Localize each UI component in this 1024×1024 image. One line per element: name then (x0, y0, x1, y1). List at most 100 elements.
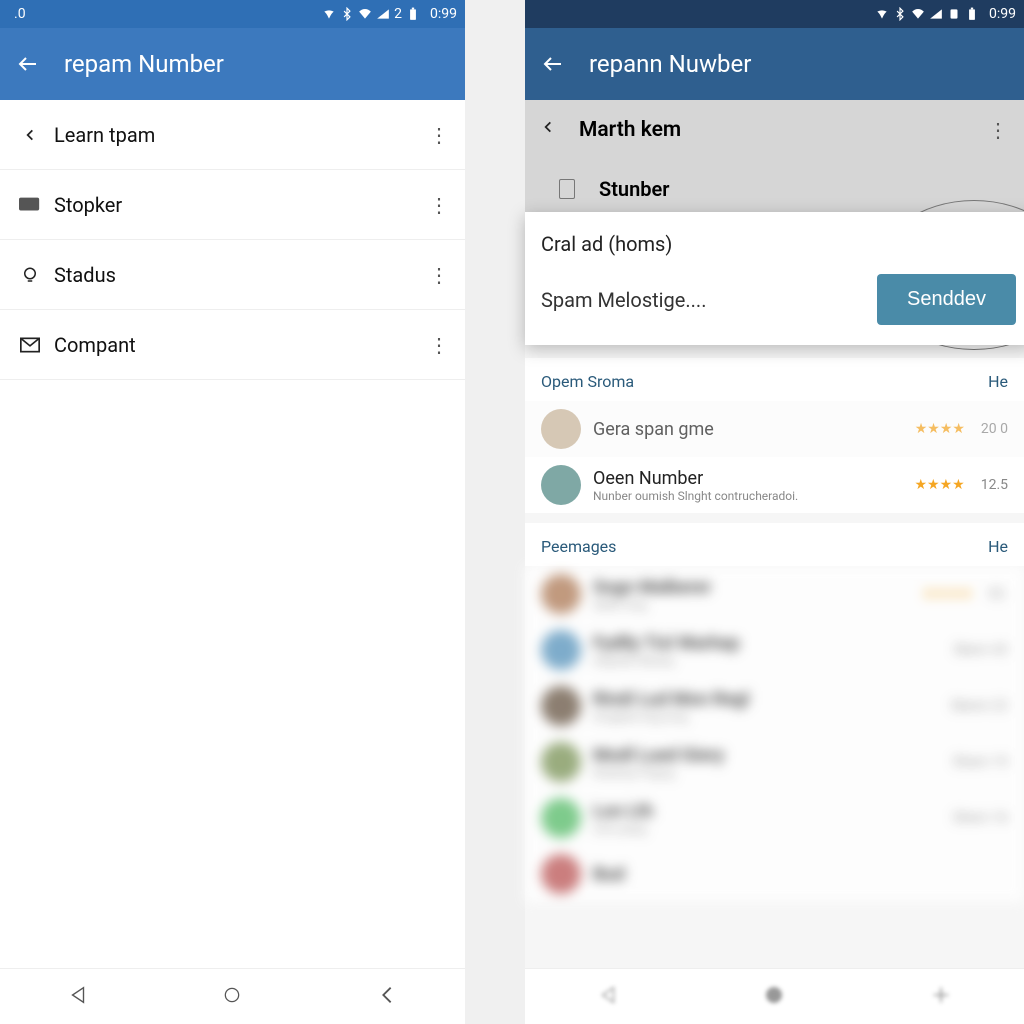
nav-recent-icon[interactable] (376, 984, 398, 1010)
result-name: Rindi Lud Mon Regl (593, 689, 935, 710)
result-item[interactable]: Sogn Malberer Setel Jnrg ★★★★ 02. (525, 566, 1024, 622)
nav-home-icon[interactable] (222, 985, 242, 1009)
app-bar: repam Number (0, 28, 465, 100)
rect-icon (16, 197, 44, 213)
overflow-icon[interactable]: ⋮ (429, 333, 449, 357)
avatar (541, 798, 581, 838)
avatar (541, 854, 581, 894)
result-item[interactable]: Fydlly Tisl Warhep Anpoter Rerany Skern … (525, 622, 1024, 678)
wifi-icon (358, 7, 372, 21)
blurred-results: Sogn Malberer Setel Jnrg ★★★★ 02. Fydlly… (525, 566, 1024, 902)
popup-option[interactable]: Cral ad (homs) (541, 232, 1016, 256)
list-area: Learn tpam ⋮ Stopker ⋮ Stadus ⋮ Compant … (0, 100, 465, 968)
list-item[interactable]: Stadus ⋮ (0, 240, 465, 310)
overflow-icon[interactable]: ⋮ (429, 263, 449, 287)
clipboard-icon (559, 179, 575, 199)
result-subtitle: Rnatney Pngrrg (593, 766, 937, 780)
wifi-icon (875, 7, 889, 21)
result-item[interactable]: Oeen Number Nunber oumish Slnght contruc… (525, 457, 1024, 513)
battery-icon (965, 7, 979, 21)
rating-score: 12.5 (981, 477, 1008, 493)
app-bar: repann Nuwber (525, 28, 1024, 100)
section-header: Peemages He (525, 523, 1024, 566)
rating-stars: ★★★★ (922, 586, 972, 602)
result-item[interactable]: Lon Lth sron pang Shern 16 (525, 790, 1024, 846)
phone-screenshot-right: 0:99 repann Nuwber Marth kem ⋮ Stunber C… (525, 0, 1024, 1024)
section-header: Opem Sroma He (525, 358, 1024, 401)
nav-back-icon[interactable] (597, 984, 619, 1010)
clock: 0:99 (430, 6, 457, 22)
result-subtitle: Setel Jnrg (593, 598, 910, 612)
rating-score: Skern 42 (954, 642, 1008, 658)
status-bar: 0:99 (525, 0, 1024, 28)
result-name: Gera span gme (593, 419, 903, 440)
rating-score: Sharn 15 (953, 754, 1008, 770)
result-item[interactable]: Rindi Lud Mon Regl Srngteet eng erng Ske… (525, 678, 1024, 734)
phone-screenshot-left: .0 2 0:99 repam Number Learn tpam ⋮ (0, 0, 465, 1024)
section-title: Opem Sroma (541, 372, 634, 391)
wifi-icon (911, 7, 925, 21)
section-more[interactable]: He (988, 372, 1008, 391)
chevron-left-icon (16, 124, 44, 146)
result-name: Oeen Number (593, 468, 903, 489)
chevron-left-icon[interactable] (541, 116, 555, 144)
field-label: Stunber (599, 177, 669, 201)
section-more[interactable]: He (988, 537, 1008, 556)
envelope-icon (16, 336, 44, 354)
sim-label: 2 (394, 6, 402, 22)
section-title: Peemages (541, 537, 616, 556)
result-item[interactable]: Modl Lued Giery Rnatney Pngrrg Sharn 15 (525, 734, 1024, 790)
bluetooth-icon (340, 7, 354, 21)
clock: 0:99 (989, 6, 1016, 22)
avatar (541, 630, 581, 670)
result-subtitle: Nunber oumish Slnght contrucheradoi. (593, 489, 903, 503)
send-button[interactable]: Senddev (877, 274, 1016, 325)
overflow-icon[interactable]: ⋮ (988, 118, 1008, 142)
avatar (541, 686, 581, 726)
rating-stars: ★★★★ (915, 421, 965, 437)
bulb-icon (16, 264, 44, 286)
nav-back-icon[interactable] (67, 984, 89, 1010)
overflow-icon[interactable]: ⋮ (429, 193, 449, 217)
avatar (541, 409, 581, 449)
list-item-label: Compant (54, 333, 429, 357)
contact-name: Marth kem (579, 118, 988, 142)
list-item[interactable]: Learn tpam ⋮ (0, 100, 465, 170)
android-nav-bar (525, 968, 1024, 1024)
back-arrow-icon[interactable] (16, 52, 40, 76)
result-item[interactable]: Gera span gme ★★★★ 20 0 (525, 401, 1024, 457)
signal-icon (929, 7, 943, 21)
content-area: Marth kem ⋮ Stunber Cral ad (homs) Spam … (525, 100, 1024, 968)
field-row[interactable]: Stunber (525, 160, 1024, 218)
app-title: repann Nuwber (589, 50, 751, 78)
nav-home-icon[interactable] (763, 984, 785, 1010)
avatar (541, 742, 581, 782)
app-title: repam Number (64, 50, 224, 78)
popup-option[interactable]: Spam Melostige.... (541, 288, 706, 312)
result-name: Sogn Malberer (593, 577, 910, 598)
result-subtitle: Srngteet eng erng (593, 710, 935, 724)
status-bar: .0 2 0:99 (0, 0, 465, 28)
list-item[interactable]: Stopker ⋮ (0, 170, 465, 240)
bluetooth-icon (893, 7, 907, 21)
list-item[interactable]: Compant ⋮ (0, 310, 465, 380)
rating-score: Skenn 22 (951, 698, 1008, 714)
signal-icon (376, 7, 390, 21)
rating-score: 20 0 (981, 421, 1008, 437)
status-indicator: .0 (14, 6, 26, 22)
nav-recent-icon[interactable] (930, 984, 952, 1010)
result-name: Fydlly Tisl Warhep (593, 633, 938, 654)
overflow-icon[interactable]: ⋮ (429, 123, 449, 147)
result-name: Modl Lued Giery (593, 745, 937, 766)
avatar (541, 465, 581, 505)
result-name: Bud (593, 864, 1008, 885)
list-item-label: Learn tpam (54, 123, 429, 147)
result-item[interactable]: Bud (525, 846, 1024, 902)
contact-header[interactable]: Marth kem ⋮ (525, 100, 1024, 160)
sim-icon (947, 7, 961, 21)
battery-icon (406, 7, 420, 21)
back-arrow-icon[interactable] (541, 52, 565, 76)
rating-score: Shern 16 (953, 810, 1008, 826)
list-item-label: Stopker (54, 193, 429, 217)
result-name: Lon Lth (593, 801, 937, 822)
